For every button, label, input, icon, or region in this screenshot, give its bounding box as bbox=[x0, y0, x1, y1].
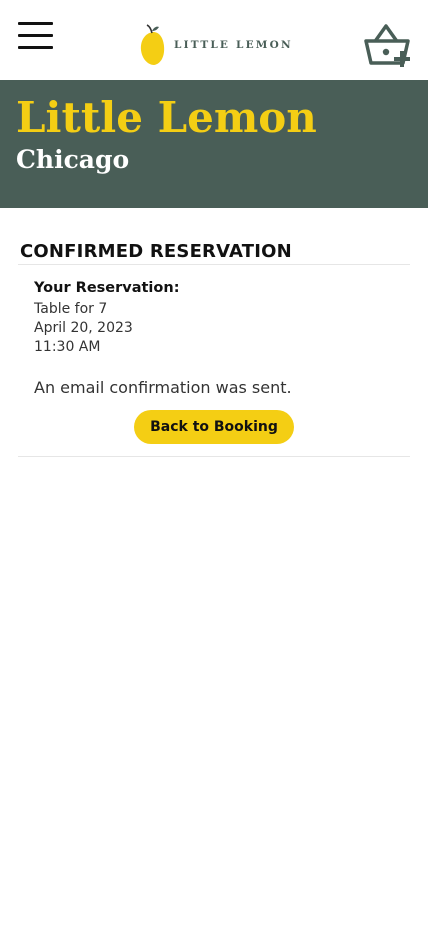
confirmation-heading: CONFIRMED RESERVATION bbox=[20, 241, 292, 262]
logo[interactable]: LITTLE LEMON bbox=[140, 24, 293, 66]
reservation-details: Your Reservation: Table for 7 April 20, … bbox=[18, 265, 410, 398]
reservation-label: Your Reservation: bbox=[34, 280, 180, 296]
divider-bottom bbox=[18, 456, 410, 457]
reservation-date: April 20, 2023 bbox=[34, 320, 133, 336]
hero-banner: Little Lemon Chicago bbox=[0, 80, 428, 208]
hamburger-menu-icon[interactable] bbox=[18, 22, 54, 50]
back-to-booking-button[interactable]: Back to Booking bbox=[134, 410, 294, 444]
reservation-table: Table for 7 bbox=[34, 301, 108, 317]
lemon-icon bbox=[140, 24, 165, 65]
hero-title: Little Lemon bbox=[16, 93, 317, 142]
hero-subtitle: Chicago bbox=[16, 145, 130, 174]
confirmation-section: CONFIRMED RESERVATION Your Reservation: … bbox=[0, 208, 428, 457]
basket-icon[interactable] bbox=[364, 24, 412, 70]
logo-text: LITTLE LEMON bbox=[174, 39, 293, 51]
reservation-time: 11:30 AM bbox=[34, 339, 101, 355]
site-header: LITTLE LEMON bbox=[0, 0, 428, 80]
button-row: Back to Booking bbox=[18, 398, 410, 456]
email-confirmation-note: An email confirmation was sent. bbox=[34, 378, 292, 397]
